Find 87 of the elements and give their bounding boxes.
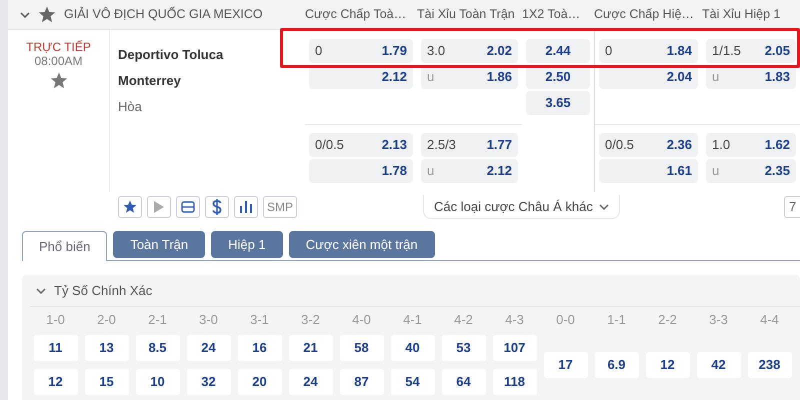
collapse-chevron-icon[interactable] <box>20 12 30 18</box>
odds-cell[interactable]: u 2.35 <box>706 159 796 183</box>
score-label: 4-1 <box>403 311 422 329</box>
column-header: Cược Chấp Hiệ… <box>594 6 695 24</box>
tab[interactable]: Phổ biến <box>22 231 108 261</box>
chevron-down-icon <box>598 204 609 210</box>
odds-cell[interactable]: 15 <box>84 369 128 395</box>
score-label: 3-3 <box>709 311 728 329</box>
odds-cell[interactable]: 21 <box>288 335 332 361</box>
star-button[interactable] <box>118 196 142 218</box>
odds-cell[interactable]: 1.78 <box>309 159 413 183</box>
odds-cell[interactable]: 2.5/3 1.77 <box>421 133 518 157</box>
odds-cell[interactable]: 1.0 1.62 <box>706 133 796 157</box>
odds-cell[interactable]: 53 <box>442 335 486 361</box>
odds-cell[interactable]: 12 <box>646 352 690 378</box>
odds-cell[interactable]: 58 <box>340 335 384 361</box>
more-bets-link[interactable]: Các loại cược Châu Á khác <box>423 194 620 220</box>
score-label: 2-0 <box>97 311 116 329</box>
odds-cell[interactable]: 42 <box>696 352 740 378</box>
dollar-button[interactable] <box>205 196 229 218</box>
section-title: Tỷ Số Chính Xác <box>54 282 152 300</box>
smp-button[interactable]: SMP <box>263 196 298 218</box>
odds-cell[interactable]: 0 1.79 <box>309 39 413 63</box>
score-label: 3-1 <box>250 311 269 329</box>
odds-cell[interactable]: 8.5 <box>136 335 180 361</box>
column-header: Tài Xỉu Hiệp 1 <box>702 6 782 24</box>
collapse-chevron-icon[interactable] <box>36 288 46 294</box>
odds-cell[interactable]: 1.61 <box>599 159 698 183</box>
odds-cell[interactable]: 238 <box>748 352 792 378</box>
odds-cell[interactable]: 107 <box>492 335 536 361</box>
team-name: Monterrey <box>118 72 182 90</box>
star-icon <box>123 200 137 214</box>
match-time: 08:00AM <box>34 54 83 68</box>
odds-cell[interactable]: 2.44 <box>526 39 590 63</box>
odds-cell[interactable]: 32 <box>186 369 230 395</box>
odds-cell[interactable]: 24 <box>288 369 332 395</box>
odds-cell[interactable]: 0/0.5 2.13 <box>309 133 413 157</box>
column-header: Cược Chấp Toà… <box>305 6 408 24</box>
score-label: 1-1 <box>607 311 626 329</box>
score-label: 4-0 <box>352 311 371 329</box>
score-label: 1-0 <box>46 311 65 329</box>
odds-cell[interactable]: 10 <box>136 369 180 395</box>
tab[interactable]: Cược xiên một trận <box>288 231 435 258</box>
tab[interactable]: Hiệp 1 <box>211 231 283 258</box>
odds-cell[interactable]: 118 <box>492 369 536 395</box>
odds-cell[interactable]: 11 <box>34 335 78 361</box>
odds-cell[interactable]: 20 <box>238 369 282 395</box>
score-label: 2-1 <box>148 311 167 329</box>
draw-label: Hòa <box>118 98 143 116</box>
odds-cell[interactable]: 3.65 <box>526 91 590 115</box>
score-label: 4-3 <box>505 311 524 329</box>
bar-chart-icon <box>240 201 252 213</box>
play-icon <box>154 201 164 213</box>
live-label: TRỰC TIẾP <box>26 40 91 54</box>
odds-cell[interactable]: 17 <box>544 352 588 378</box>
odds-cell[interactable]: 24 <box>186 335 230 361</box>
odds-cell[interactable]: 12 <box>34 369 78 395</box>
tab[interactable]: Toàn Trận <box>113 231 206 258</box>
odds-cell[interactable]: 13 <box>84 335 128 361</box>
score-label: 3-2 <box>301 311 320 329</box>
ticket-button[interactable] <box>176 196 200 218</box>
ticket-icon <box>181 201 195 213</box>
favorite-star-icon[interactable] <box>50 72 68 89</box>
odds-cell[interactable]: u 2.12 <box>421 159 518 183</box>
odds-cell[interactable]: 87 <box>340 369 384 395</box>
stats-button[interactable] <box>234 196 258 218</box>
odds-cell[interactable]: 40 <box>390 335 434 361</box>
odds-cell[interactable]: 0 1.84 <box>599 39 698 63</box>
dollar-icon <box>212 199 222 215</box>
league-title: GIẢI VÔ ĐỊCH QUỐC GIA MEXICO <box>64 6 263 24</box>
odds-cell[interactable]: 3.0 2.02 <box>421 39 518 63</box>
score-label: 4-4 <box>760 311 779 329</box>
count-box: 7 <box>784 196 800 218</box>
column-header: 1X2 Toà… <box>522 6 582 24</box>
odds-cell[interactable]: 64 <box>442 369 486 395</box>
column-header: Tài Xỉu Toàn Trận <box>417 6 516 24</box>
star-icon[interactable] <box>38 6 56 23</box>
odds-cell[interactable]: 54 <box>390 369 434 395</box>
score-label: 3-0 <box>199 311 218 329</box>
score-label: 2-2 <box>658 311 677 329</box>
odds-cell[interactable]: 0/0.5 2.36 <box>599 133 698 157</box>
score-label: 0-0 <box>556 311 575 329</box>
score-label: 4-2 <box>454 311 473 329</box>
odds-cell[interactable]: 6.9 <box>594 352 638 378</box>
team-name: Deportivo Toluca <box>118 46 224 64</box>
odds-cell[interactable]: 16 <box>238 335 282 361</box>
odds-cell[interactable]: 1/1.5 2.05 <box>706 39 796 63</box>
